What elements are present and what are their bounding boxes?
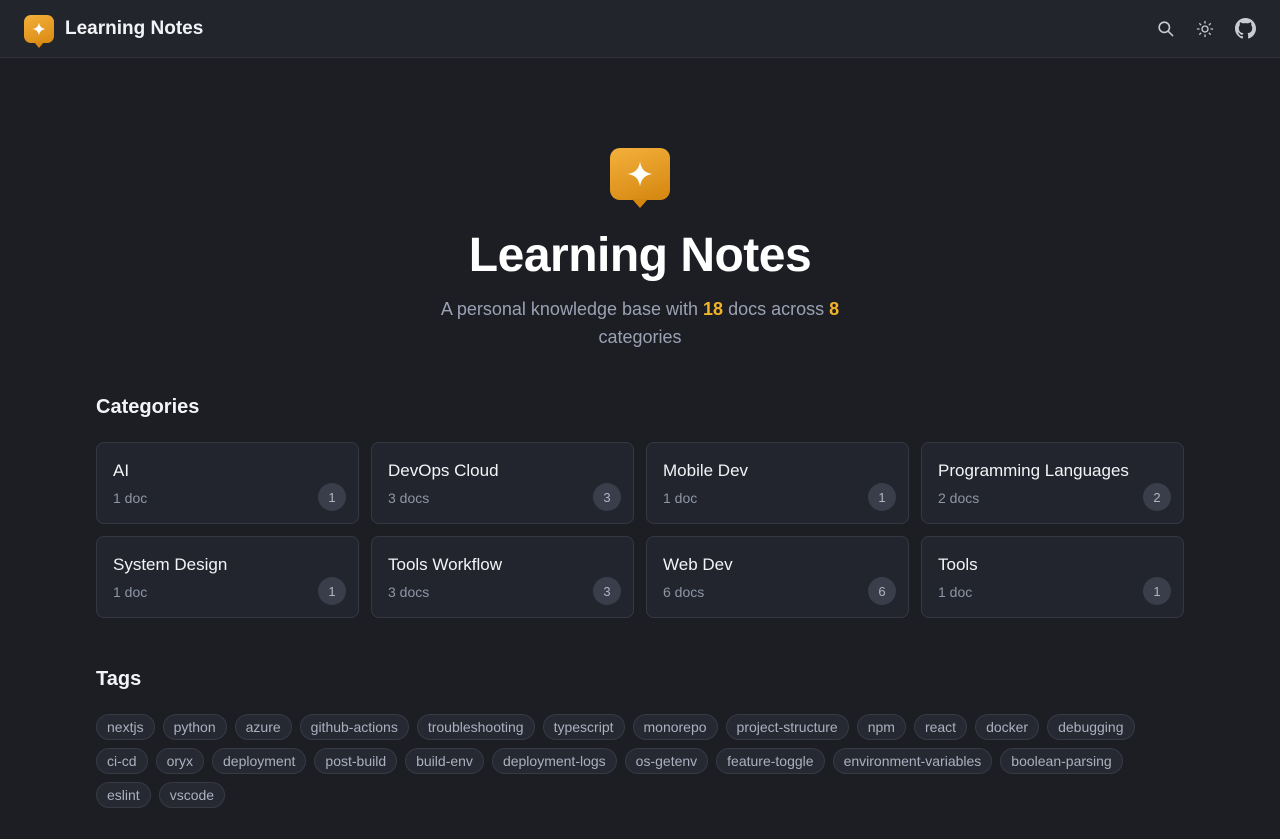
category-doc-count: 1 doc bbox=[113, 584, 148, 600]
tag-chip[interactable]: os-getenv bbox=[624, 748, 709, 774]
tag-chip[interactable]: react bbox=[913, 714, 968, 740]
tag-chip[interactable]: feature-toggle bbox=[716, 748, 825, 774]
tag-chip[interactable]: github-actions bbox=[299, 714, 409, 740]
tag-chip[interactable]: debugging bbox=[1047, 714, 1135, 740]
category-doc-count: 3 docs bbox=[388, 584, 430, 600]
category-card[interactable]: Tools 1 doc 1 bbox=[921, 536, 1184, 618]
tag-chip[interactable]: deployment bbox=[212, 748, 307, 774]
top-navbar: Learning Notes bbox=[0, 0, 1280, 58]
tags-heading: Tags bbox=[96, 668, 142, 690]
tag-chip[interactable]: ci-cd bbox=[96, 748, 148, 774]
category-doc-count: 2 docs bbox=[938, 490, 980, 506]
category-count-badge: 6 bbox=[868, 577, 896, 605]
hero-sub-suffix: categories bbox=[598, 327, 682, 347]
tag-chip[interactable]: post-build bbox=[314, 748, 398, 774]
tag-chip[interactable]: azure bbox=[234, 714, 292, 740]
category-count-badge: 1 bbox=[318, 577, 346, 605]
category-doc-count: 1 doc bbox=[938, 584, 973, 600]
category-name: Tools Workflow bbox=[388, 555, 502, 574]
category-count-badge: 1 bbox=[318, 483, 346, 511]
tag-chip[interactable]: docker bbox=[975, 714, 1040, 740]
category-doc-count: 1 doc bbox=[663, 490, 698, 506]
categories-heading: Categories bbox=[96, 396, 200, 418]
category-doc-count: 3 docs bbox=[388, 490, 430, 506]
tag-chip[interactable]: nextjs bbox=[96, 714, 155, 740]
category-doc-count: 1 doc bbox=[113, 490, 148, 506]
hero-logo-sparkle-icon bbox=[610, 148, 670, 200]
hero-title: Learning Notes bbox=[468, 229, 812, 282]
doc-count: 18 bbox=[703, 299, 724, 319]
tag-chip[interactable]: npm bbox=[856, 714, 906, 740]
category-name: AI bbox=[113, 461, 130, 480]
tag-chip[interactable]: deployment-logs bbox=[491, 748, 617, 774]
category-count-badge: 3 bbox=[593, 577, 621, 605]
hero-sub-middle: docs across bbox=[723, 299, 830, 319]
tag-chip[interactable]: troubleshooting bbox=[416, 714, 535, 740]
nav-actions bbox=[1154, 18, 1256, 40]
category-name: System Design bbox=[113, 555, 228, 574]
tag-chip[interactable]: python bbox=[162, 714, 227, 740]
category-count-badge: 1 bbox=[868, 483, 896, 511]
tag-chip[interactable]: vscode bbox=[158, 782, 226, 808]
brand-link[interactable]: Learning Notes bbox=[24, 14, 204, 43]
tag-chip[interactable]: environment-variables bbox=[832, 748, 993, 774]
categories-grid: AI 1 doc 1 DevOps Cloud 3 docs 3 Mobile Dev 1 d… bbox=[96, 442, 1184, 618]
logo-sparkle-icon bbox=[24, 14, 54, 43]
category-card[interactable]: DevOps Cloud 3 docs 3 bbox=[371, 442, 634, 524]
category-name: Web Dev bbox=[663, 555, 733, 574]
category-name: DevOps Cloud bbox=[388, 461, 499, 480]
category-card[interactable]: Mobile Dev 1 doc 1 bbox=[646, 442, 909, 524]
category-card[interactable]: System Design 1 doc 1 bbox=[96, 536, 359, 618]
hero-sub-prefix: A personal knowledge base with bbox=[440, 299, 704, 319]
tag-chip[interactable]: project-structure bbox=[725, 714, 849, 740]
category-card[interactable]: Web Dev 6 docs 6 bbox=[646, 536, 909, 618]
category-count-badge: 3 bbox=[593, 483, 621, 511]
github-icon[interactable] bbox=[1234, 18, 1256, 40]
category-name: Mobile Dev bbox=[663, 461, 749, 480]
tags-list: nextjs python azure github-actions troublesh… bbox=[96, 714, 1184, 808]
tag-chip[interactable]: typescript bbox=[542, 714, 625, 740]
tag-chip[interactable]: eslint bbox=[96, 782, 151, 808]
sun-icon[interactable] bbox=[1194, 18, 1216, 40]
category-count-badge: 2 bbox=[1143, 483, 1171, 511]
category-doc-count: 6 docs bbox=[663, 584, 705, 600]
hero-section: Learning Notes A personal knowledge base… bbox=[0, 148, 1280, 351]
tag-chip[interactable]: boolean-parsing bbox=[1000, 748, 1123, 774]
brand-title: Learning Notes bbox=[65, 17, 204, 39]
category-count: 8 bbox=[829, 299, 840, 319]
tag-chip[interactable]: build-env bbox=[405, 748, 484, 774]
category-card[interactable]: Programming Languages 2 docs 2 bbox=[921, 442, 1184, 524]
search-icon[interactable] bbox=[1154, 18, 1176, 40]
category-card[interactable]: Tools Workflow 3 docs 3 bbox=[371, 536, 634, 618]
category-name: Tools bbox=[938, 555, 978, 574]
category-card[interactable]: AI 1 doc 1 bbox=[96, 442, 359, 524]
category-count-badge: 1 bbox=[1143, 577, 1171, 605]
tag-chip[interactable]: oryx bbox=[155, 748, 205, 774]
tag-chip[interactable]: monorepo bbox=[632, 714, 718, 740]
category-name: Programming Languages bbox=[938, 461, 1129, 480]
hero-subtitle: A personal knowledge base with 18 docs a… bbox=[420, 295, 860, 351]
